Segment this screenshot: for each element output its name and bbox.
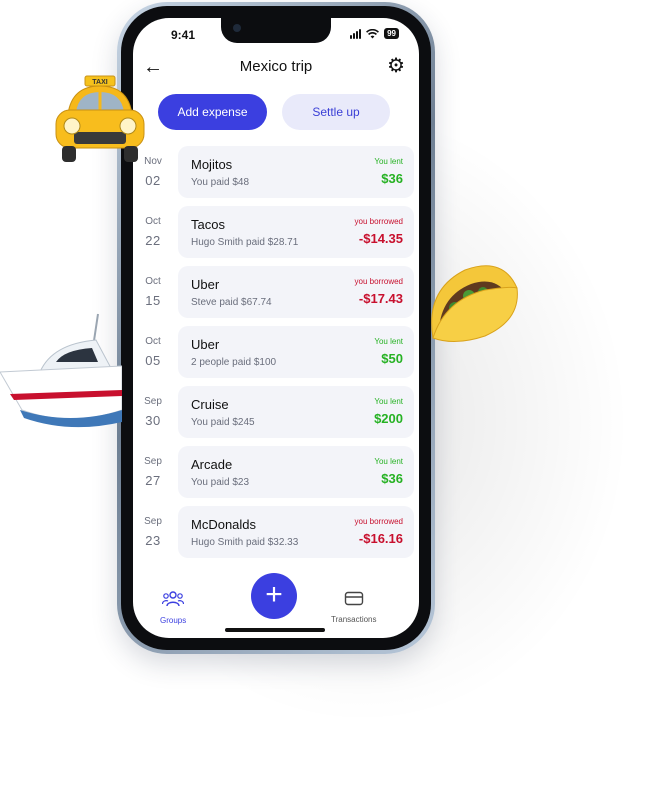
- expense-amount: -$17.43: [358, 291, 403, 306]
- expense-name: Cruise: [191, 397, 229, 412]
- expense-amount: $50: [381, 351, 403, 366]
- expense-name: McDonalds: [191, 517, 257, 532]
- wifi-icon: [366, 28, 380, 38]
- expense-card[interactable]: Mojitos You paid $48 You lent $36: [178, 146, 414, 198]
- expense-kind: You lent: [374, 397, 403, 406]
- expense-day: 23: [145, 533, 161, 548]
- expense-amount: -$16.16: [358, 531, 403, 546]
- status-time: 9:41: [171, 28, 196, 42]
- expense-paid: You paid $48: [191, 177, 250, 188]
- signal-icon: [350, 28, 362, 39]
- expense-row[interactable]: Nov 02 Mojitos You paid $48 You lent $36: [133, 146, 419, 198]
- gear-icon[interactable]: ⚙: [387, 55, 405, 77]
- settle-up-button[interactable]: Settle up: [282, 94, 390, 130]
- expense-month: Oct: [145, 336, 161, 347]
- plus-icon: +: [265, 578, 283, 611]
- expense-card[interactable]: Uber Steve paid $67.74 you borrowed -$17…: [178, 266, 414, 318]
- expense-month: Sep: [144, 456, 162, 467]
- battery-indicator: 99: [384, 28, 399, 39]
- expense-day: 22: [145, 233, 161, 248]
- card-icon: [344, 591, 363, 606]
- add-fab-button[interactable]: +: [251, 573, 297, 619]
- expense-name: Uber: [191, 337, 220, 352]
- tab-transactions-label: Transactions: [331, 615, 377, 624]
- expense-paid: Hugo Smith paid $32.33: [191, 537, 299, 548]
- expense-card[interactable]: Uber 2 people paid $100 You lent $50: [178, 326, 414, 378]
- expense-month: Oct: [145, 276, 161, 287]
- expense-day: 15: [145, 293, 161, 308]
- taco-illustration: [431, 265, 518, 342]
- expense-paid: Steve paid $67.74: [191, 297, 272, 308]
- expense-day: 02: [145, 173, 161, 188]
- expense-kind: you borrowed: [354, 517, 403, 526]
- expense-day: 05: [145, 353, 161, 368]
- expense-paid: You paid $245: [191, 417, 255, 428]
- expense-row[interactable]: Oct 05 Uber 2 people paid $100 You lent $…: [133, 326, 419, 378]
- expense-day: 27: [145, 473, 161, 488]
- expense-name: Mojitos: [191, 157, 233, 172]
- expense-row[interactable]: Sep 27 Arcade You paid $23 You lent $36: [133, 446, 419, 498]
- camera-icon: [233, 24, 241, 32]
- expense-kind: You lent: [374, 457, 403, 466]
- expense-kind: you borrowed: [354, 277, 403, 286]
- expense-row[interactable]: Sep 23 McDonalds Hugo Smith paid $32.33 y…: [133, 506, 419, 558]
- home-indicator: [225, 628, 325, 632]
- status-icons: 99: [350, 28, 399, 39]
- expense-card[interactable]: Cruise You paid $245 You lent $200: [178, 386, 414, 438]
- expense-name: Uber: [191, 277, 220, 292]
- people-icon: [162, 591, 185, 607]
- boat-illustration: [0, 313, 122, 428]
- expense-paid: 2 people paid $100: [191, 357, 277, 368]
- expense-paid: You paid $23: [191, 477, 250, 488]
- expense-amount: $36: [381, 171, 403, 186]
- expense-amount: -$14.35: [358, 231, 403, 246]
- expense-day: 30: [145, 413, 161, 428]
- expense-row[interactable]: Oct 15 Uber Steve paid $67.74 you borrowe…: [133, 266, 419, 318]
- expense-kind: You lent: [374, 337, 403, 346]
- expense-month: Sep: [144, 516, 162, 527]
- expense-name: Tacos: [191, 217, 225, 232]
- add-expense-button[interactable]: Add expense: [158, 94, 267, 130]
- header: ← Mexico trip ⚙: [133, 55, 419, 82]
- taxi-sign-text: TAXI: [92, 79, 107, 86]
- expense-month: Oct: [145, 216, 161, 227]
- phone-frame: 9:41 99 ← Mexico trip ⚙ Add expense Sett…: [117, 2, 435, 654]
- page-title: Mexico trip: [239, 58, 313, 75]
- expense-name: Arcade: [191, 457, 233, 472]
- expense-month: Sep: [144, 396, 162, 407]
- expense-card[interactable]: Tacos Hugo Smith paid $28.71 you borrowe…: [178, 206, 414, 258]
- tab-transactions[interactable]: Transactions: [331, 591, 377, 624]
- tab-groups-label: Groups: [160, 616, 187, 625]
- expense-kind: you borrowed: [354, 217, 403, 226]
- expense-kind: You lent: [374, 157, 403, 166]
- app-screen: 9:41 99 ← Mexico trip ⚙ Add expense Sett…: [133, 18, 419, 638]
- expense-amount: $36: [381, 471, 403, 486]
- taxi-illustration: TAXI: [55, 75, 145, 162]
- expense-card[interactable]: Arcade You paid $23 You lent $36: [178, 446, 414, 498]
- expense-row[interactable]: Oct 22 Tacos Hugo Smith paid $28.71 you b…: [133, 206, 419, 258]
- expense-row[interactable]: Sep 30 Cruise You paid $245 You lent $200: [133, 386, 419, 438]
- expense-amount: $200: [374, 411, 403, 426]
- notch: [221, 18, 331, 43]
- expense-paid: Hugo Smith paid $28.71: [191, 237, 299, 248]
- expense-card[interactable]: McDonalds Hugo Smith paid $32.33 you bor…: [178, 506, 414, 558]
- tab-groups[interactable]: Groups: [160, 591, 186, 625]
